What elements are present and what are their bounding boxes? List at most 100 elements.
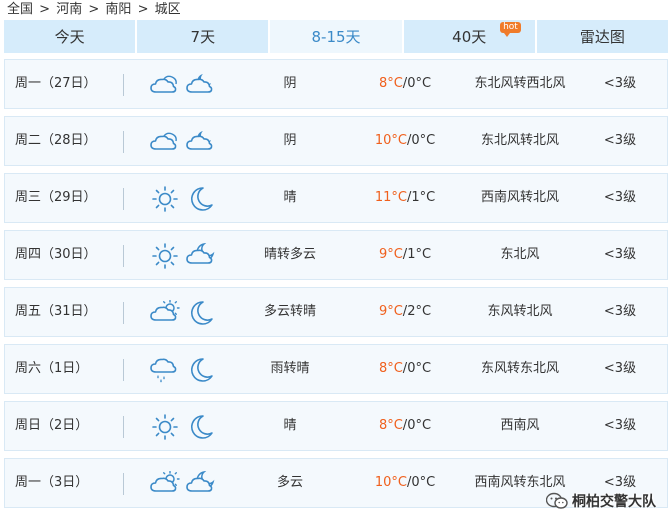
wind-level: <3级	[603, 418, 637, 433]
cloudy-moon-icon	[185, 72, 217, 98]
moon-icon	[185, 186, 217, 212]
high-temperature: 8°C	[378, 76, 403, 91]
breadcrumb-separator: >	[88, 2, 100, 17]
breadcrumb-separator: >	[39, 2, 51, 17]
forecast-date: 周五（31日）	[15, 304, 97, 319]
breadcrumb-national[interactable]: 全国	[7, 2, 33, 17]
sun-icon	[149, 414, 181, 440]
wind-level: <3级	[603, 304, 637, 319]
forecast-date: 周二（28日）	[15, 133, 97, 148]
tab-8-15-days[interactable]: 8-15天	[270, 20, 402, 53]
divider	[123, 473, 124, 495]
wind-direction: 东风转东北风	[480, 361, 559, 376]
low-temperature: 1°C	[411, 190, 436, 205]
low-temperature: 0°C	[407, 361, 432, 376]
weather-condition: 雨转晴	[270, 361, 310, 376]
low-temperature: 0°C	[411, 133, 436, 148]
divider	[123, 74, 124, 96]
low-temperature: 1°C	[407, 247, 432, 262]
wind-direction: 东风转北风	[487, 304, 553, 319]
temperature: 10°C/0°C	[374, 133, 436, 148]
tab-radar[interactable]: 雷达图	[536, 20, 669, 53]
breadcrumb-district: 城区	[154, 2, 181, 17]
breadcrumb-city[interactable]: 南阳	[105, 2, 131, 17]
forecast-date: 周三（29日）	[15, 190, 97, 205]
low-temperature: 0°C	[411, 475, 436, 490]
cloudy-icon	[149, 72, 181, 98]
forecast-row: 周六（1日） 雨转晴 8°C/0°C 东风转东北风 <3级	[4, 344, 668, 394]
breadcrumb: 全国 > 河南 > 南阳 > 城区	[6, 0, 182, 20]
divider	[123, 416, 124, 438]
wind-level: <3级	[603, 361, 637, 376]
watermark-text: 桐柏交警大队	[572, 494, 656, 510]
wind-level: <3级	[603, 247, 637, 262]
high-temperature: 9°C	[378, 304, 403, 319]
temperature: 8°C/0°C	[378, 76, 432, 91]
high-temperature: 8°C	[378, 361, 403, 376]
divider	[123, 359, 124, 381]
breadcrumb-separator: >	[137, 2, 149, 17]
moon-icon	[185, 300, 217, 326]
weather-condition: 晴	[283, 190, 297, 205]
low-temperature: 2°C	[407, 304, 432, 319]
temperature: 9°C/2°C	[378, 304, 432, 319]
weather-condition: 阴	[283, 76, 297, 91]
tab-today[interactable]: 今天	[4, 20, 136, 53]
forecast-row: 周五（31日） 多云转晴 9°C/2°C 东风转北风 <3级	[4, 287, 668, 337]
temperature: 10°C/0°C	[374, 475, 436, 490]
watermark: 桐柏交警大队	[546, 491, 656, 511]
divider	[123, 245, 124, 267]
forecast-date: 周四（30日）	[15, 247, 97, 262]
temperature: 9°C/1°C	[378, 247, 432, 262]
divider	[123, 188, 124, 210]
forecast-list: 周一（27日） 阴 8°C/0°C 东北风转西北风 <3级 周二（28日） 阴 …	[4, 59, 668, 515]
cloudy-moon-icon	[185, 129, 217, 155]
moon-icon	[185, 414, 217, 440]
breadcrumb-province[interactable]: 河南	[56, 2, 82, 17]
forecast-row: 周一（27日） 阴 8°C/0°C 东北风转西北风 <3级	[4, 59, 668, 109]
divider	[123, 302, 124, 324]
weather-condition: 阴	[283, 133, 297, 148]
sun-icon	[149, 186, 181, 212]
forecast-date: 周日（2日）	[15, 418, 89, 433]
wind-direction: 东北风	[500, 247, 540, 262]
weather-condition: 多云	[276, 475, 303, 490]
wind-direction: 东北风转北风	[480, 133, 559, 148]
partly-cloudy-day-icon	[149, 471, 181, 497]
cloudy-icon	[149, 129, 181, 155]
hot-badge: hot	[500, 22, 521, 37]
tab-40-days[interactable]: 40天 hot	[403, 20, 535, 53]
weather-condition: 晴	[283, 418, 297, 433]
high-temperature: 10°C	[374, 475, 407, 490]
weather-condition: 晴转多云	[263, 247, 316, 262]
wind-direction: 西南风	[500, 418, 540, 433]
rain-icon	[149, 357, 181, 383]
high-temperature: 9°C	[378, 247, 403, 262]
temperature: 11°C/1°C	[374, 190, 436, 205]
forecast-row: 周四（30日） 晴转多云 9°C/1°C 东北风 <3级	[4, 230, 668, 280]
partly-cloudy-day-icon	[149, 300, 181, 326]
moon-icon	[185, 357, 217, 383]
forecast-date: 周一（27日）	[15, 76, 97, 91]
wind-level: <3级	[603, 133, 637, 148]
high-temperature: 8°C	[378, 418, 403, 433]
wechat-icon	[546, 492, 568, 509]
partly-cloudy-night-icon	[185, 471, 217, 497]
wind-direction: 西南风转北风	[480, 190, 559, 205]
low-temperature: 0°C	[407, 418, 432, 433]
wind-level: <3级	[603, 76, 637, 91]
temperature: 8°C/0°C	[378, 418, 432, 433]
forecast-date: 周六（1日）	[15, 361, 89, 376]
tab-7-days[interactable]: 7天	[137, 20, 269, 53]
sun-icon	[149, 243, 181, 269]
forecast-tabs: 今天 7天 8-15天 40天 hot 雷达图	[4, 20, 669, 53]
forecast-row: 周三（29日） 晴 11°C/1°C 西南风转北风 <3级	[4, 173, 668, 223]
forecast-row: 周二（28日） 阴 10°C/0°C 东北风转北风 <3级	[4, 116, 668, 166]
high-temperature: 10°C	[374, 133, 407, 148]
forecast-row: 周日（2日） 晴 8°C/0°C 西南风 <3级	[4, 401, 668, 451]
forecast-date: 周一（3日）	[15, 475, 89, 490]
low-temperature: 0°C	[407, 76, 432, 91]
wind-direction: 东北风转西北风	[474, 76, 566, 91]
partly-cloudy-night-icon	[185, 243, 217, 269]
high-temperature: 11°C	[374, 190, 407, 205]
